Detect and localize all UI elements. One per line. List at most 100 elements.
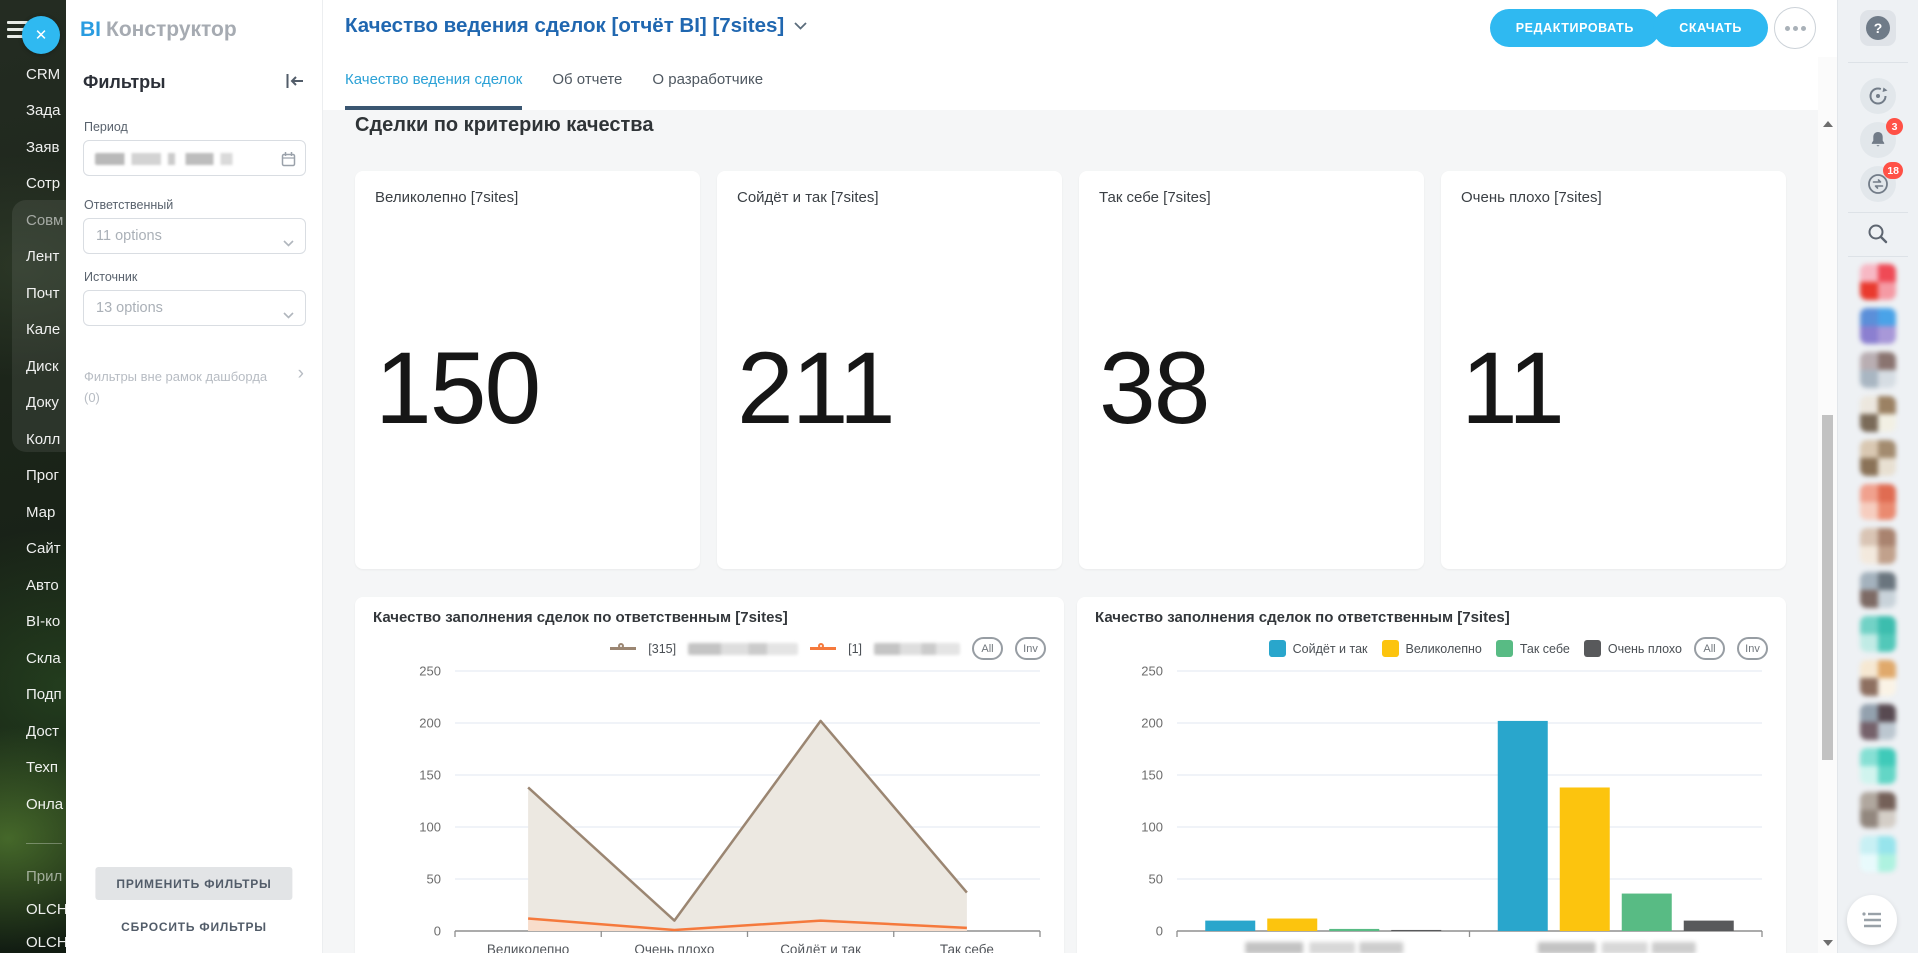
avatar[interactable] bbox=[1860, 440, 1896, 476]
chevron-down-icon bbox=[283, 234, 294, 252]
avatar[interactable] bbox=[1860, 308, 1896, 344]
sidebar-item[interactable]: Онла bbox=[0, 786, 66, 823]
sidebar-item[interactable]: Совм bbox=[0, 202, 66, 239]
sidebar-item[interactable]: Диск bbox=[0, 348, 66, 385]
legend-item[interactable]: Очень плохо bbox=[1584, 640, 1682, 657]
notifications-button[interactable]: 3 bbox=[1860, 122, 1896, 158]
period-value-redacted bbox=[95, 153, 269, 165]
avatar[interactable] bbox=[1860, 572, 1896, 608]
sidebar-item[interactable]: Почт bbox=[0, 275, 66, 312]
filters-panel: BIКонструктор Фильтры Период Ответственн… bbox=[66, 0, 323, 953]
sidebar-item[interactable]: CRM bbox=[0, 56, 66, 93]
kpi-card-value: 11 bbox=[1441, 206, 1786, 569]
avatar[interactable] bbox=[1860, 396, 1896, 432]
report-tab[interactable]: Об отчете bbox=[552, 57, 622, 110]
line-chart-card: Качество заполнения сделок по ответствен… bbox=[355, 597, 1064, 953]
sidebar-item[interactable]: Доку bbox=[0, 385, 66, 422]
avatar[interactable] bbox=[1860, 660, 1896, 696]
sidebar-item[interactable]: OLCH bbox=[0, 893, 66, 926]
period-input[interactable] bbox=[83, 140, 306, 176]
kpi-card-title: Так себе [7sites] bbox=[1079, 171, 1424, 206]
avatar[interactable] bbox=[1860, 484, 1896, 520]
svg-text:Великолепно: Великолепно bbox=[487, 942, 569, 953]
sidebar-item[interactable]: Колл bbox=[0, 421, 66, 458]
sidebar-item[interactable]: Сотр bbox=[0, 166, 66, 203]
messages-button[interactable]: 18 bbox=[1860, 166, 1896, 202]
line-chart-legend: [315] [1] All Inv bbox=[610, 637, 1046, 660]
app-window: CRMЗадаЗаявСотрСовмЛентПочтКалеДискДокуК… bbox=[0, 0, 1918, 953]
help-button[interactable]: ? bbox=[1860, 10, 1896, 46]
reset-filters-button[interactable]: СБРОСИТЬ ФИЛЬТРЫ bbox=[121, 920, 267, 934]
avatar[interactable] bbox=[1860, 704, 1896, 740]
apply-filters-button[interactable]: ПРИМЕНИТЬ ФИЛЬТРЫ bbox=[95, 867, 292, 900]
chevron-right-icon: › bbox=[298, 363, 304, 385]
scrollbar-thumb[interactable] bbox=[1822, 415, 1833, 760]
sidebar-item[interactable]: Техп bbox=[0, 750, 66, 787]
legend-all-button[interactable]: All bbox=[972, 637, 1003, 660]
content-scrollbar[interactable] bbox=[1818, 57, 1837, 953]
legend-label-redacted bbox=[688, 643, 798, 655]
kpi-card-value: 38 bbox=[1079, 206, 1424, 569]
chart-title: Качество заполнения сделок по ответствен… bbox=[1095, 609, 1510, 626]
timer-button[interactable] bbox=[1860, 78, 1896, 114]
legend-item[interactable]: Так себе bbox=[1496, 640, 1570, 657]
sidebar-item[interactable]: Кале bbox=[0, 312, 66, 349]
download-button[interactable]: СКАЧАТЬ bbox=[1653, 9, 1768, 47]
logo-secondary: Конструктор bbox=[106, 18, 237, 41]
legend-inv-button[interactable]: Inv bbox=[1015, 637, 1046, 660]
legend-series-label[interactable]: [315] bbox=[648, 642, 676, 656]
sidebar-item[interactable]: Мар bbox=[0, 494, 66, 531]
sidebar-item[interactable]: Дост bbox=[0, 713, 66, 750]
period-label: Период bbox=[84, 120, 128, 134]
sidebar-item[interactable]: Заяв bbox=[0, 129, 66, 166]
sidebar-item[interactable]: Авто bbox=[0, 567, 66, 604]
user-list-button[interactable] bbox=[1847, 895, 1897, 945]
legend-series-label[interactable]: [1] bbox=[848, 642, 862, 656]
edit-button[interactable]: РЕДАКТИРОВАТЬ bbox=[1490, 9, 1660, 47]
sidebar-item[interactable]: BI-ко bbox=[0, 604, 66, 641]
report-tab[interactable]: Качество ведения сделок bbox=[345, 57, 522, 110]
svg-text:200: 200 bbox=[1141, 716, 1163, 731]
collapse-filters-icon[interactable] bbox=[285, 73, 305, 89]
svg-text:100: 100 bbox=[1141, 820, 1163, 835]
calendar-icon[interactable] bbox=[281, 151, 296, 172]
legend-item[interactable]: Сойдёт и так bbox=[1269, 640, 1368, 657]
avatar[interactable] bbox=[1860, 352, 1896, 388]
outer-filters-count: (0) bbox=[84, 390, 100, 405]
outer-filters-link[interactable]: Фильтры вне рамок дашборда (0) bbox=[84, 366, 289, 408]
legend-line-marker bbox=[810, 647, 836, 650]
legend-all-button[interactable]: All bbox=[1694, 637, 1725, 660]
sidebar-item[interactable]: Сайт bbox=[0, 531, 66, 568]
bi-constructor-logo: BIКонструктор bbox=[80, 18, 237, 42]
sidebar-item[interactable]: Подп bbox=[0, 677, 66, 714]
main-menu: CRMЗадаЗаявСотрСовмЛентПочтКалеДискДокуК… bbox=[0, 56, 66, 823]
avatar[interactable] bbox=[1860, 792, 1896, 828]
scroll-down-arrow-icon[interactable] bbox=[1823, 940, 1833, 946]
responsible-select[interactable]: 11 options bbox=[83, 218, 306, 254]
more-actions-button[interactable] bbox=[1774, 7, 1816, 49]
legend-inv-button[interactable]: Inv bbox=[1737, 637, 1768, 660]
collapse-panel-close-button[interactable]: ✕ bbox=[22, 16, 60, 54]
scroll-up-arrow-icon[interactable] bbox=[1823, 121, 1833, 127]
sidebar-item[interactable]: OLCH bbox=[0, 926, 66, 953]
sidebar-item[interactable]: Лент bbox=[0, 239, 66, 276]
legend-swatch bbox=[1382, 640, 1399, 657]
report-title[interactable]: Качество ведения сделок [отчёт BI] [7sit… bbox=[345, 14, 807, 38]
avatar[interactable] bbox=[1860, 264, 1896, 300]
avatar[interactable] bbox=[1860, 528, 1896, 564]
avatar[interactable] bbox=[1860, 836, 1896, 872]
sidebar-item[interactable]: Скла bbox=[0, 640, 66, 677]
legend-item[interactable]: Великолепно bbox=[1382, 640, 1482, 657]
svg-text:250: 250 bbox=[419, 664, 441, 679]
source-select[interactable]: 13 options bbox=[83, 290, 306, 326]
avatar[interactable] bbox=[1860, 616, 1896, 652]
search-button[interactable] bbox=[1866, 222, 1890, 251]
sidebar-item[interactable]: Зада bbox=[0, 93, 66, 130]
right-toolbar-rail: ? 3 18 bbox=[1837, 0, 1918, 953]
avatar[interactable] bbox=[1860, 748, 1896, 784]
sidebar-item[interactable]: Прил bbox=[0, 860, 66, 893]
avatar-list bbox=[1860, 264, 1896, 872]
sidebar-item[interactable]: Прог bbox=[0, 458, 66, 495]
report-tab[interactable]: О разработчике bbox=[652, 57, 763, 110]
kpi-card: Сойдёт и так [7sites] 211 bbox=[717, 171, 1062, 569]
